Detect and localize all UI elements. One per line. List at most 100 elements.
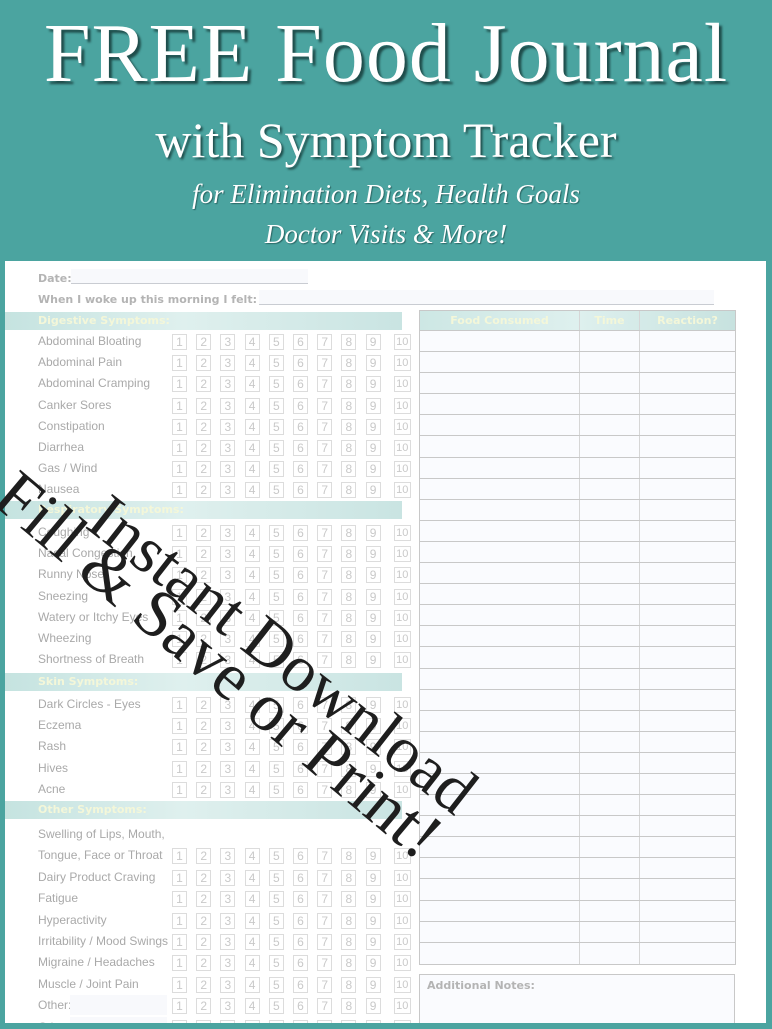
rating-box-5[interactable]: 5 <box>268 482 284 499</box>
rating-box-8[interactable]: 8 <box>341 397 357 414</box>
rating-box-10[interactable]: 10 <box>393 334 411 350</box>
rating-box-7[interactable]: 7 <box>317 760 333 777</box>
rating-box-6[interactable]: 6 <box>293 376 308 393</box>
reaction-cell[interactable] <box>640 584 735 604</box>
rating-box-9[interactable]: 9 <box>365 998 381 1015</box>
rating-box-2[interactable]: 2 <box>196 376 212 393</box>
rating-box-6[interactable]: 6 <box>293 697 308 713</box>
rating-box-8[interactable]: 8 <box>341 546 357 563</box>
rating-box-10[interactable]: 10 <box>393 934 411 950</box>
rating-box-10[interactable]: 10 <box>393 718 411 735</box>
rating-box-9[interactable]: 9 <box>365 418 381 435</box>
rating-box-4[interactable]: 4 <box>244 652 260 669</box>
reaction-cell[interactable] <box>640 837 735 857</box>
rating-box-3[interactable]: 3 <box>220 739 236 756</box>
food-cell[interactable] <box>420 710 580 731</box>
rating-box-1[interactable]: 1 <box>172 955 187 972</box>
reaction-cell[interactable] <box>640 647 735 667</box>
rating-box-4[interactable]: 4 <box>244 760 260 777</box>
reaction-cell[interactable] <box>640 943 735 964</box>
rating-box-4[interactable]: 4 <box>244 418 260 435</box>
time-cell[interactable] <box>580 795 640 816</box>
rating-box-3[interactable]: 3 <box>220 697 236 713</box>
rating-box-9[interactable]: 9 <box>365 697 381 713</box>
rating-box-7[interactable]: 7 <box>317 482 333 499</box>
rating-box-5[interactable]: 5 <box>268 955 284 972</box>
time-cell[interactable] <box>580 773 640 795</box>
food-cell[interactable] <box>420 584 580 605</box>
rating-box-2[interactable]: 2 <box>196 848 212 865</box>
time-cell[interactable] <box>580 520 640 541</box>
time-cell[interactable] <box>580 584 640 605</box>
rating-box-8[interactable]: 8 <box>341 781 357 798</box>
rating-box-5[interactable]: 5 <box>268 355 284 372</box>
reaction-cell[interactable] <box>640 922 735 942</box>
reaction-cell[interactable] <box>640 394 735 414</box>
rating-box-8[interactable]: 8 <box>341 376 357 393</box>
rating-box-9[interactable]: 9 <box>365 397 381 414</box>
rating-box-4[interactable]: 4 <box>244 998 260 1015</box>
rating-box-7[interactable]: 7 <box>317 955 333 972</box>
rating-box-3[interactable]: 3 <box>220 760 236 777</box>
reaction-cell[interactable] <box>640 795 735 815</box>
food-cell[interactable] <box>420 795 580 816</box>
food-cell[interactable] <box>420 816 580 837</box>
rating-box-7[interactable]: 7 <box>317 1019 333 1023</box>
rating-box-8[interactable]: 8 <box>341 891 357 908</box>
rating-box-3[interactable]: 3 <box>220 652 236 669</box>
rating-box-6[interactable]: 6 <box>293 955 308 972</box>
reaction-cell[interactable] <box>640 563 735 583</box>
rating-box-4[interactable]: 4 <box>244 781 260 798</box>
rating-box-1[interactable]: 1 <box>172 397 187 414</box>
rating-box-5[interactable]: 5 <box>268 461 284 478</box>
other-symptom-field[interactable] <box>70 1016 167 1023</box>
rating-box-4[interactable]: 4 <box>244 588 260 605</box>
rating-box-5[interactable]: 5 <box>268 609 284 626</box>
rating-box-1[interactable]: 1 <box>172 739 187 756</box>
rating-box-5[interactable]: 5 <box>268 781 284 798</box>
rating-box-7[interactable]: 7 <box>317 376 333 393</box>
rating-box-1[interactable]: 1 <box>172 869 187 886</box>
reaction-cell[interactable] <box>640 542 735 562</box>
rating-box-6[interactable]: 6 <box>293 1019 308 1023</box>
rating-box-2[interactable]: 2 <box>196 588 212 605</box>
rating-box-7[interactable]: 7 <box>317 525 333 541</box>
rating-box-4[interactable]: 4 <box>244 718 260 735</box>
rating-box-10[interactable]: 10 <box>393 697 411 713</box>
rating-box-3[interactable]: 3 <box>220 567 236 584</box>
rating-box-6[interactable]: 6 <box>293 609 308 626</box>
time-cell[interactable] <box>580 647 640 668</box>
rating-box-2[interactable]: 2 <box>196 567 212 584</box>
reaction-cell[interactable] <box>640 901 735 921</box>
food-cell[interactable] <box>420 731 580 752</box>
reaction-cell[interactable] <box>640 879 735 899</box>
time-cell[interactable] <box>580 605 640 626</box>
rating-box-8[interactable]: 8 <box>341 739 357 756</box>
food-cell[interactable] <box>420 563 580 584</box>
reaction-cell[interactable] <box>640 331 735 351</box>
food-cell[interactable] <box>420 457 580 478</box>
rating-box-8[interactable]: 8 <box>341 1019 357 1023</box>
rating-box-7[interactable]: 7 <box>317 697 333 713</box>
rating-box-1[interactable]: 1 <box>172 418 187 435</box>
food-cell[interactable] <box>420 478 580 499</box>
food-cell[interactable] <box>420 858 580 879</box>
reaction-cell[interactable] <box>640 774 735 794</box>
rating-box-5[interactable]: 5 <box>268 1019 284 1023</box>
rating-box-6[interactable]: 6 <box>293 397 308 414</box>
rating-box-9[interactable]: 9 <box>365 631 381 647</box>
rating-box-7[interactable]: 7 <box>317 567 333 584</box>
rating-box-6[interactable]: 6 <box>293 760 308 777</box>
reaction-cell[interactable] <box>640 626 735 646</box>
rating-box-7[interactable]: 7 <box>317 739 333 756</box>
rating-box-9[interactable]: 9 <box>365 891 381 908</box>
rating-box-1[interactable]: 1 <box>172 482 187 499</box>
rating-box-9[interactable]: 9 <box>365 482 381 499</box>
rating-box-2[interactable]: 2 <box>196 461 212 478</box>
rating-box-4[interactable]: 4 <box>244 848 260 865</box>
rating-box-3[interactable]: 3 <box>220 848 236 865</box>
rating-box-8[interactable]: 8 <box>341 567 357 584</box>
time-cell[interactable] <box>580 689 640 710</box>
food-cell[interactable] <box>420 837 580 858</box>
rating-box-10[interactable]: 10 <box>393 998 411 1015</box>
